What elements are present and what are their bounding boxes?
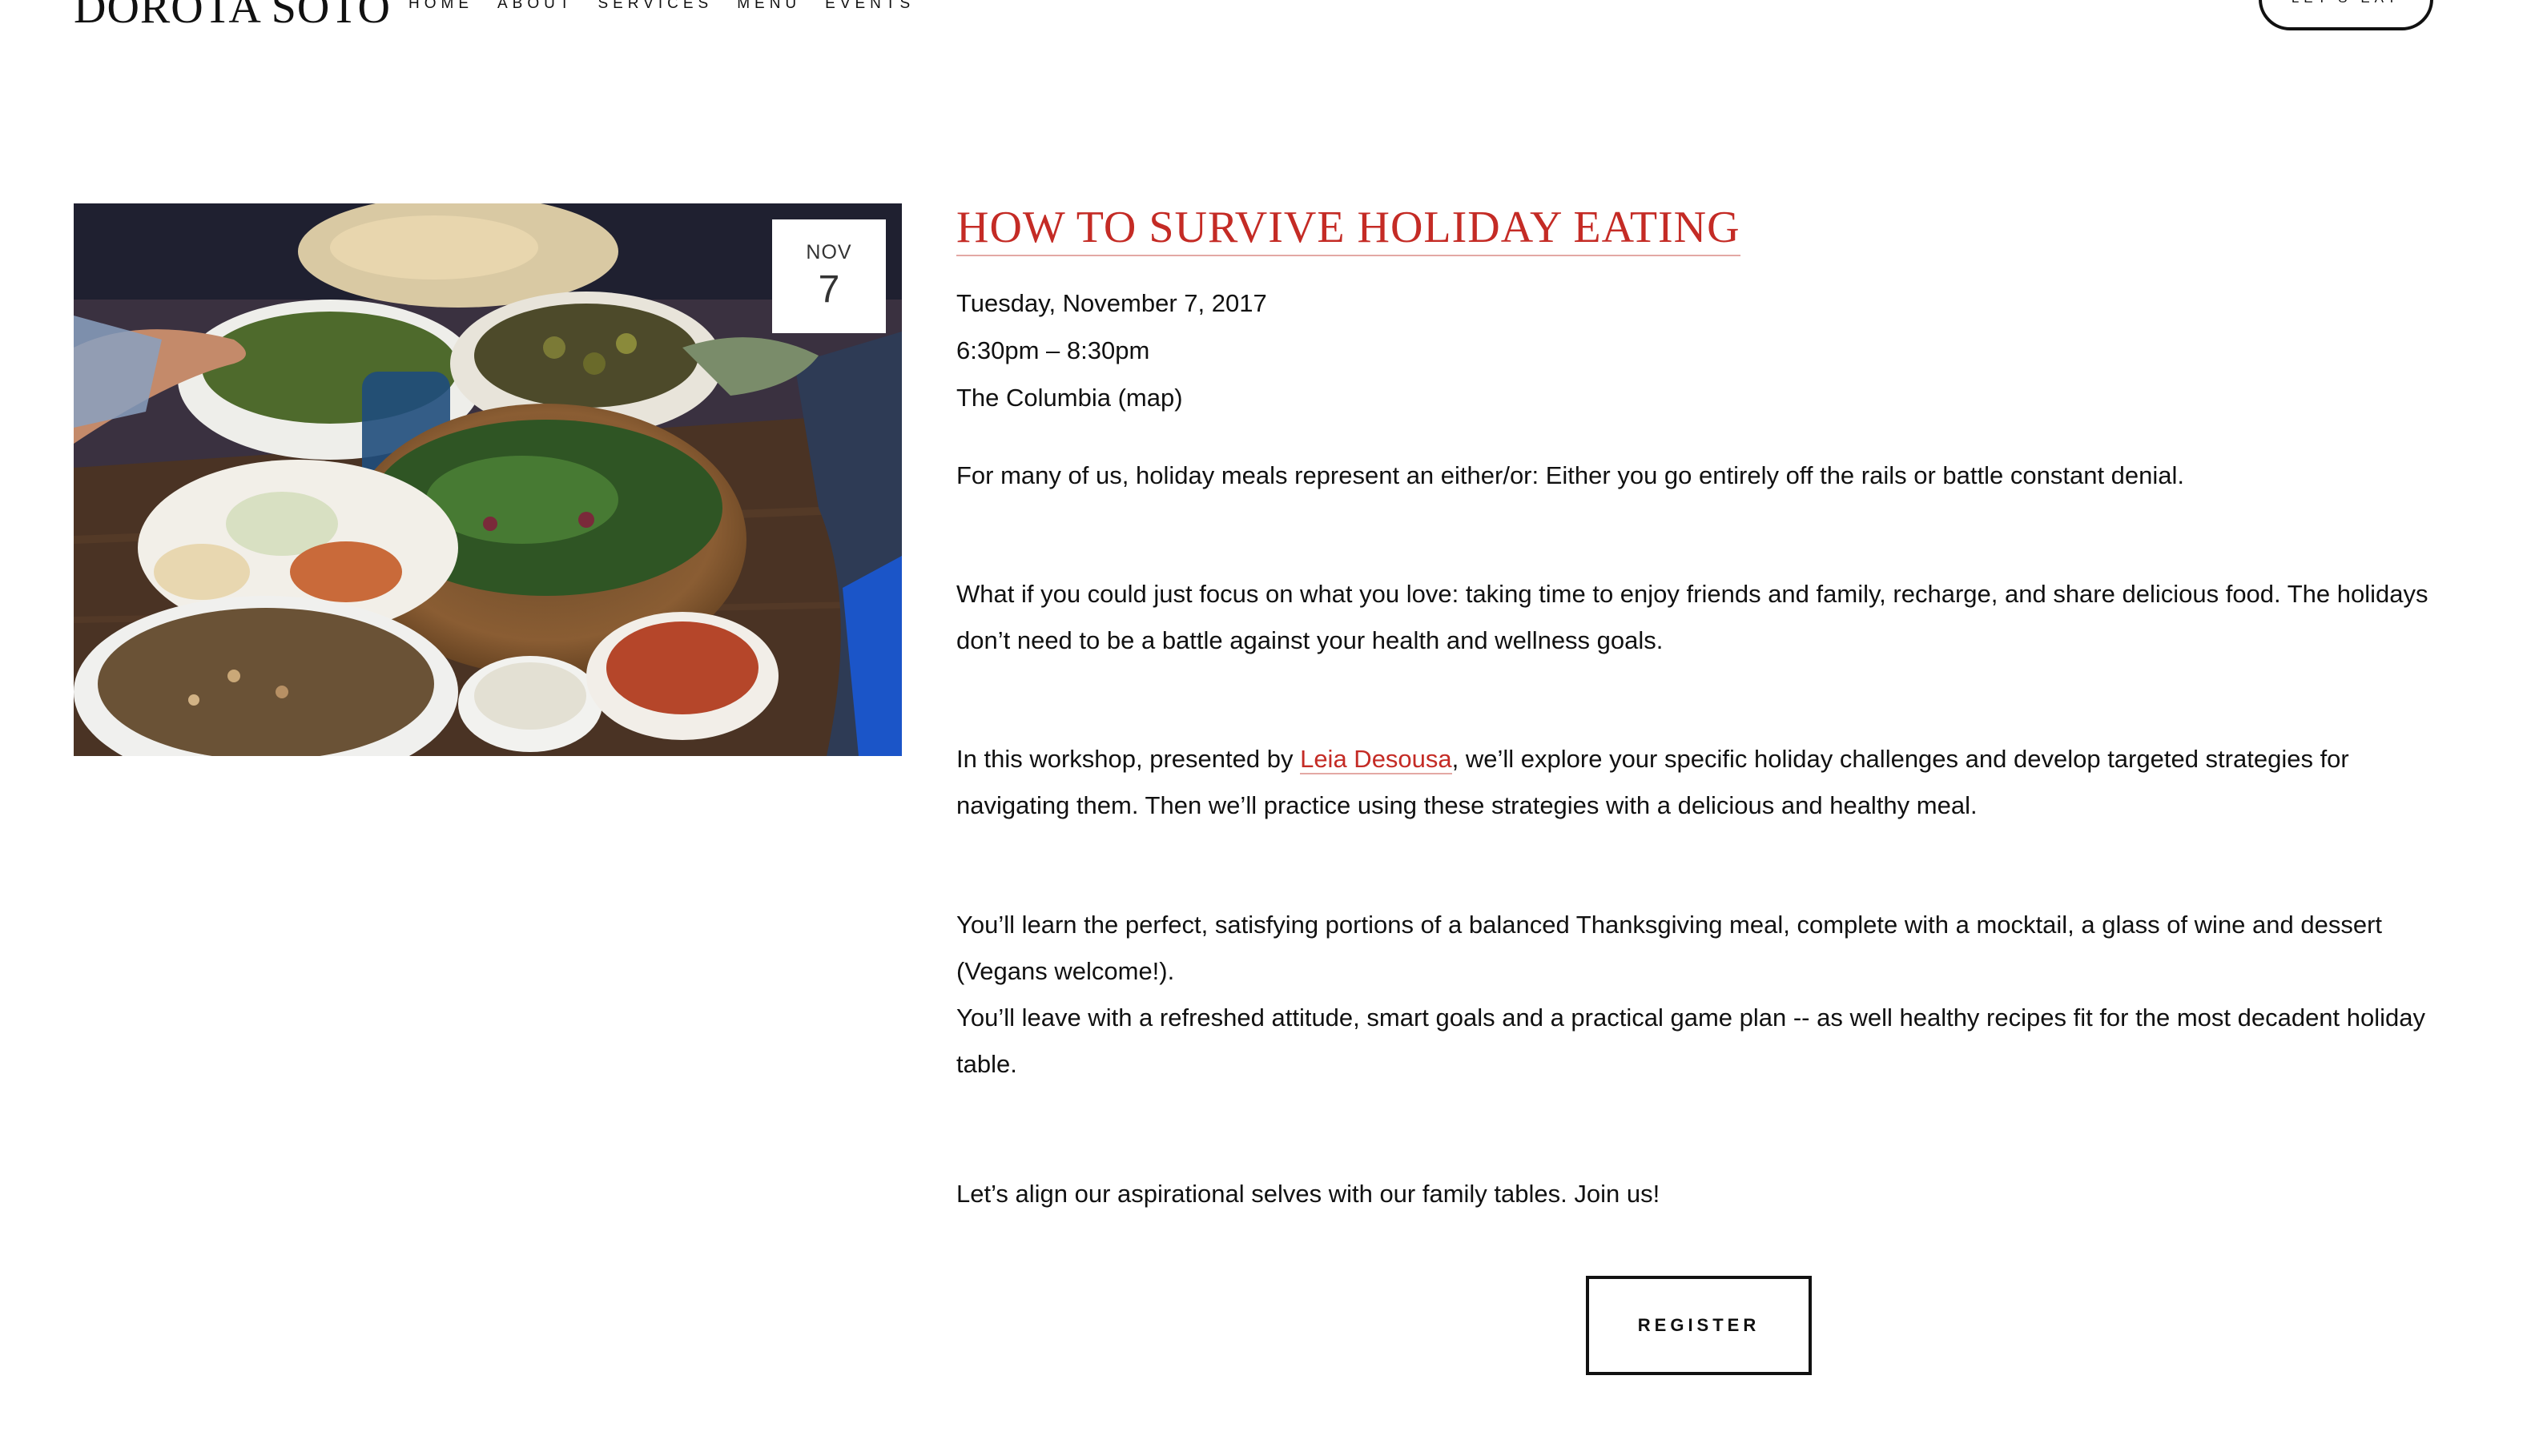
map-link[interactable]: (map) xyxy=(1118,384,1183,412)
event-time: 6:30pm – 8:30pm xyxy=(956,336,1150,364)
event-location: The Columbia (map) xyxy=(956,384,1183,412)
nav-link-menu[interactable]: MENU xyxy=(737,0,801,13)
paragraph-4-line-1: You’ll learn the perfect, satisfying por… xyxy=(956,911,2383,985)
nav-link-about[interactable]: ABOUT xyxy=(497,0,573,13)
description-paragraph-1: For many of us, holiday meals represent … xyxy=(956,461,2185,489)
lets-eat-button[interactable]: LET'S EAT xyxy=(2259,0,2433,30)
event-location-name: The Columbia xyxy=(956,384,1111,412)
paragraph-4-line-2: You’ll leave with a refreshed attitude, … xyxy=(956,1004,2426,1078)
nav-link-events[interactable]: EVENTS xyxy=(825,0,915,13)
date-badge: NOV 7 xyxy=(772,219,886,333)
date-badge-day: 7 xyxy=(818,268,840,312)
event-title[interactable]: HOW TO SURVIVE HOLIDAY EATING xyxy=(956,204,1740,256)
description-paragraph-4: You’ll learn the perfect, satisfying por… xyxy=(956,902,2446,1088)
description-paragraph-2: What if you could just focus on what you… xyxy=(956,580,2428,654)
nav-link-services[interactable]: SERVICES xyxy=(598,0,713,13)
presenter-link[interactable]: Leia Desousa xyxy=(1300,745,1452,774)
main-nav: HOME ABOUT SERVICES MENU EVENTS xyxy=(408,0,915,13)
description-paragraph-5: Let’s align our aspirational selves with… xyxy=(956,1180,1660,1208)
site-title[interactable]: DOROTA SOTO xyxy=(74,0,391,34)
nav-link-home[interactable]: HOME xyxy=(408,0,473,13)
paragraph-3-intro: In this workshop, presented by xyxy=(956,745,1301,773)
description-paragraph-3: In this workshop, presented by Leia Deso… xyxy=(956,736,2446,829)
event-date: Tuesday, November 7, 2017 xyxy=(956,289,1267,317)
date-badge-month: NOV xyxy=(806,241,852,264)
register-button[interactable]: REGISTER xyxy=(1586,1276,1812,1375)
